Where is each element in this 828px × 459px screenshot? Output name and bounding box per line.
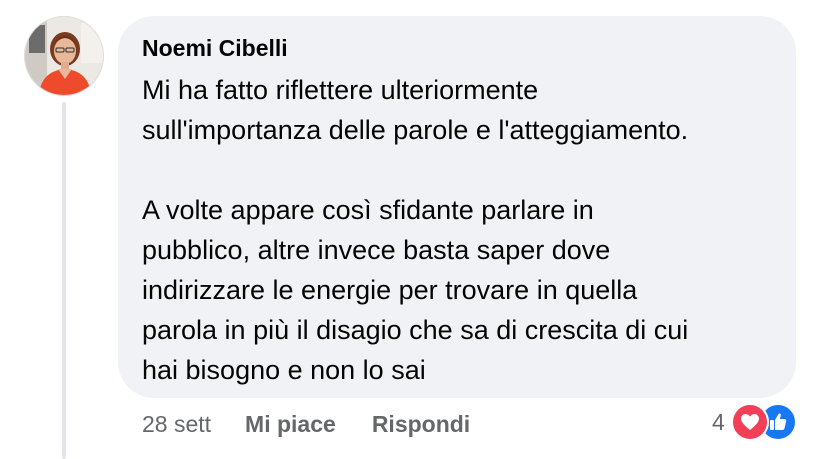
comment-text: Mi ha fatto riflettere ulteriormente sul… — [142, 75, 689, 385]
avatar-image — [25, 17, 103, 95]
author-name[interactable]: Noemi Cibelli — [142, 34, 772, 62]
reaction-count: 4 — [712, 408, 725, 435]
comment-thread: Noemi Cibelli Mi ha fatto riflettere ult… — [0, 0, 828, 459]
reply-button[interactable]: Rispondi — [372, 411, 470, 438]
heart-icon — [730, 403, 769, 441]
comment-timestamp[interactable]: 28 sett — [142, 411, 211, 438]
like-button[interactable]: Mi piace — [245, 411, 336, 438]
comment-actions: 28 sett Mi piace Rispondi — [142, 406, 506, 442]
avatar[interactable] — [24, 16, 104, 96]
reaction-summary[interactable]: 4 — [712, 402, 797, 442]
comment-bubble: Noemi Cibelli Mi ha fatto riflettere ult… — [118, 16, 796, 398]
thread-line — [62, 102, 66, 459]
